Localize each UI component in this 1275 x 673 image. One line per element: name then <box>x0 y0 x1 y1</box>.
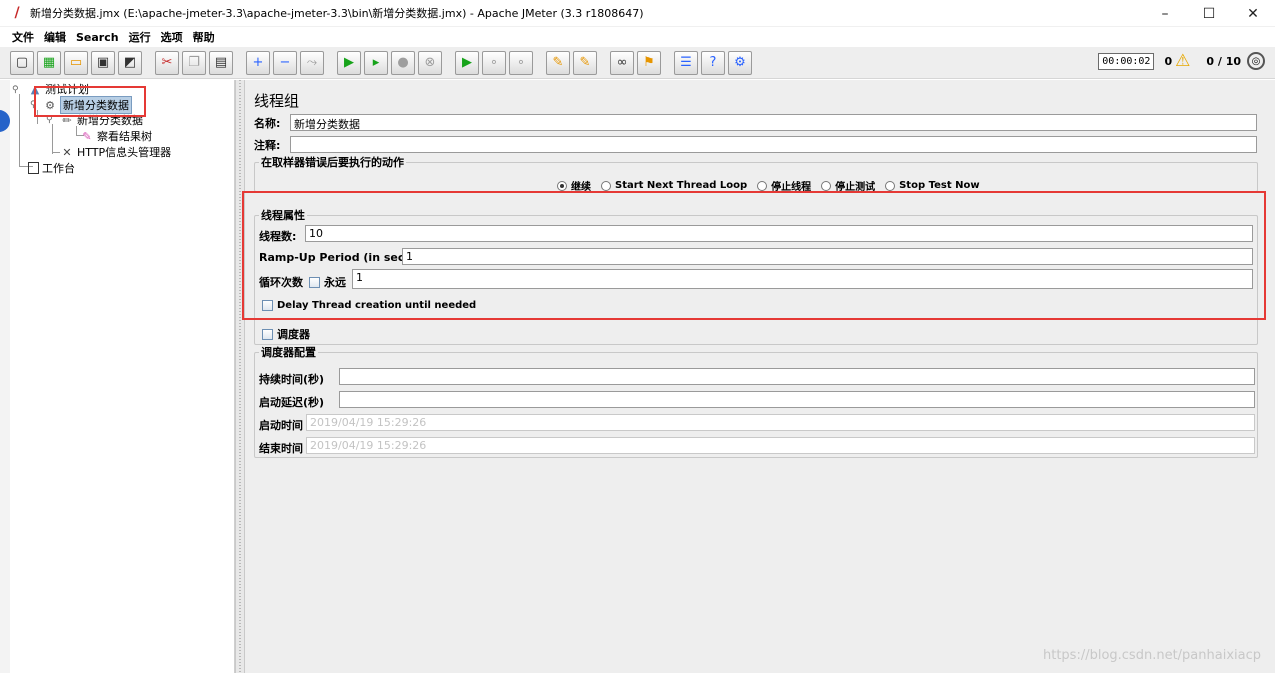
highlight-box-tree <box>34 86 146 117</box>
start-time-input[interactable]: 2019/04/19 15:29:26 <box>306 414 1255 431</box>
end-time-label: 结束时间 <box>259 442 303 455</box>
expand-icon[interactable]: + <box>246 50 270 75</box>
menu-edit[interactable]: 编辑 <box>44 29 66 45</box>
collapse-icon[interactable]: − <box>273 50 297 75</box>
comment-input[interactable] <box>290 136 1257 153</box>
status-area: 00:00:02 0 ⚠ 0 / 10 ◎ <box>1098 51 1265 71</box>
comment-row: 注释: <box>254 137 280 153</box>
end-time-row: 结束时间 <box>259 440 303 456</box>
expand-toggle-icon[interactable]: ⚲ <box>12 85 19 95</box>
search-binoculars-icon[interactable]: ∞ <box>610 50 634 75</box>
left-edge <box>0 80 10 673</box>
tree-item-label: HTTP信息头管理器 <box>77 146 172 159</box>
remote-globe-icon[interactable]: ◎ <box>1247 52 1265 70</box>
tree-item-label: 察看结果树 <box>97 130 152 143</box>
new-icon[interactable]: ▢ <box>10 50 34 75</box>
tree-item-label: 工作台 <box>42 162 75 175</box>
scheduler-label: 调度器 <box>277 328 310 341</box>
tree-item-results-tree[interactable]: ✎ 察看结果树 <box>80 128 152 144</box>
start-time-label: 启动时间 <box>259 419 303 432</box>
name-input[interactable]: 新增分类数据 <box>290 114 1257 131</box>
menu-help[interactable]: 帮助 <box>193 29 215 45</box>
clear-icon[interactable]: ✎ <box>546 50 570 75</box>
toolbar: ▢ ▦ ▭ ▣ ◩ ✂ ❐ ▤ + − ⤳ ▶ ▸ ● ⊗ ▶ ∘ ∘ ✎ ✎ … <box>0 47 1275 79</box>
menu-bar: 文件 编辑 Search 运行 选项 帮助 <box>0 27 1275 47</box>
remote-start-icon[interactable]: ▶ <box>455 50 479 75</box>
window-title: 新增分类数据.jmx (E:\apache-jmeter-3.3\apache-… <box>30 7 644 20</box>
remote-shutdown-icon[interactable]: ∘ <box>509 50 533 75</box>
startup-delay-row: 启动延迟(秒) <box>259 394 324 410</box>
duration-input[interactable] <box>339 368 1255 385</box>
clear-all-icon[interactable]: ✎ <box>573 50 597 75</box>
remote-stop-icon[interactable]: ∘ <box>482 50 506 75</box>
end-time-input[interactable]: 2019/04/19 15:29:26 <box>306 437 1255 454</box>
reset-search-broom-icon[interactable]: ⚑ <box>637 50 661 75</box>
side-widget <box>0 110 10 132</box>
thread-group-panel: 线程组 名称: 新增分类数据 注释: 在取样器错误后要执行的动作 继续 Star… <box>242 80 1275 673</box>
menu-options[interactable]: 选项 <box>161 29 183 45</box>
elapsed-timer: 00:00:02 <box>1098 52 1155 70</box>
menu-run[interactable]: 运行 <box>129 29 151 45</box>
open-icon[interactable]: ▭ <box>64 50 88 75</box>
help-icon[interactable]: ? <box>701 50 725 75</box>
radio-stop-test-now[interactable]: Stop Test Now <box>885 180 980 191</box>
templates-icon[interactable]: ▦ <box>37 50 61 75</box>
log-viewer-icon[interactable]: ⚙ <box>728 50 752 75</box>
warning-icon[interactable]: ⚠ <box>1175 51 1190 71</box>
radio-start-next-loop[interactable]: Start Next Thread Loop <box>601 180 747 191</box>
start-no-pauses-icon[interactable]: ▸ <box>364 50 388 75</box>
tree-item-header-manager[interactable]: ✕ HTTP信息头管理器 <box>60 144 171 160</box>
window-controls: – ☐ ✕ <box>1143 0 1275 27</box>
name-row: 名称: <box>254 115 280 131</box>
start-time-row: 启动时间 <box>259 417 303 433</box>
scheduler-row: 调度器 <box>262 326 310 342</box>
startup-delay-label: 启动延迟(秒) <box>259 396 325 409</box>
error-action-legend: 在取样器错误后要执行的动作 <box>261 156 404 169</box>
split-pane-divider[interactable] <box>235 80 245 673</box>
active-threads: 0 / 10 <box>1206 54 1241 68</box>
menu-search[interactable]: Search <box>76 31 119 44</box>
save-icon[interactable]: ▣ <box>91 50 115 75</box>
name-label: 名称: <box>254 117 281 130</box>
jmeter-feather-icon: / <box>14 5 20 21</box>
results-tree-icon: ✎ <box>82 129 92 143</box>
watermark: https://blog.csdn.net/panhaixiacp <box>1042 648 1261 663</box>
toggle-icon[interactable]: ⤳ <box>300 50 324 75</box>
workbench-icon <box>28 162 39 174</box>
comment-label: 注释: <box>254 139 281 152</box>
scheduler-config-legend: 调度器配置 <box>261 346 316 359</box>
header-manager-icon: ✕ <box>62 145 72 159</box>
paste-icon[interactable]: ▤ <box>209 50 233 75</box>
close-button[interactable]: ✕ <box>1231 0 1275 27</box>
startup-delay-input[interactable] <box>339 391 1255 408</box>
minimize-button[interactable]: – <box>1143 0 1187 27</box>
cut-icon[interactable]: ✂ <box>155 50 179 75</box>
scheduler-checkbox[interactable] <box>262 328 273 340</box>
maximize-button[interactable]: ☐ <box>1187 0 1231 27</box>
save-as-icon[interactable]: ◩ <box>118 50 142 75</box>
tree-item-workbench[interactable]: 工作台 <box>28 160 75 176</box>
menu-file[interactable]: 文件 <box>12 29 34 45</box>
start-icon[interactable]: ▶ <box>337 50 361 75</box>
panel-title: 线程组 <box>254 92 300 110</box>
test-plan-tree: ⚲ ▲ 测试计划 ⚲ ⚙ 新增分类数据 ⚲ ✏ 新增分类数据 ✎ 察看结果树 ✕… <box>10 80 235 673</box>
highlight-box-thread-props <box>242 191 1266 320</box>
stop-icon[interactable]: ● <box>391 50 415 75</box>
duration-label: 持续时间(秒) <box>259 373 325 386</box>
title-bar: / 新增分类数据.jmx (E:\apache-jmeter-3.3\apach… <box>0 0 1275 27</box>
shutdown-icon[interactable]: ⊗ <box>418 50 442 75</box>
function-helper-icon[interactable]: ☰ <box>674 50 698 75</box>
duration-row: 持续时间(秒) <box>259 371 324 387</box>
warning-count: 0 <box>1164 54 1173 68</box>
copy-icon[interactable]: ❐ <box>182 50 206 75</box>
